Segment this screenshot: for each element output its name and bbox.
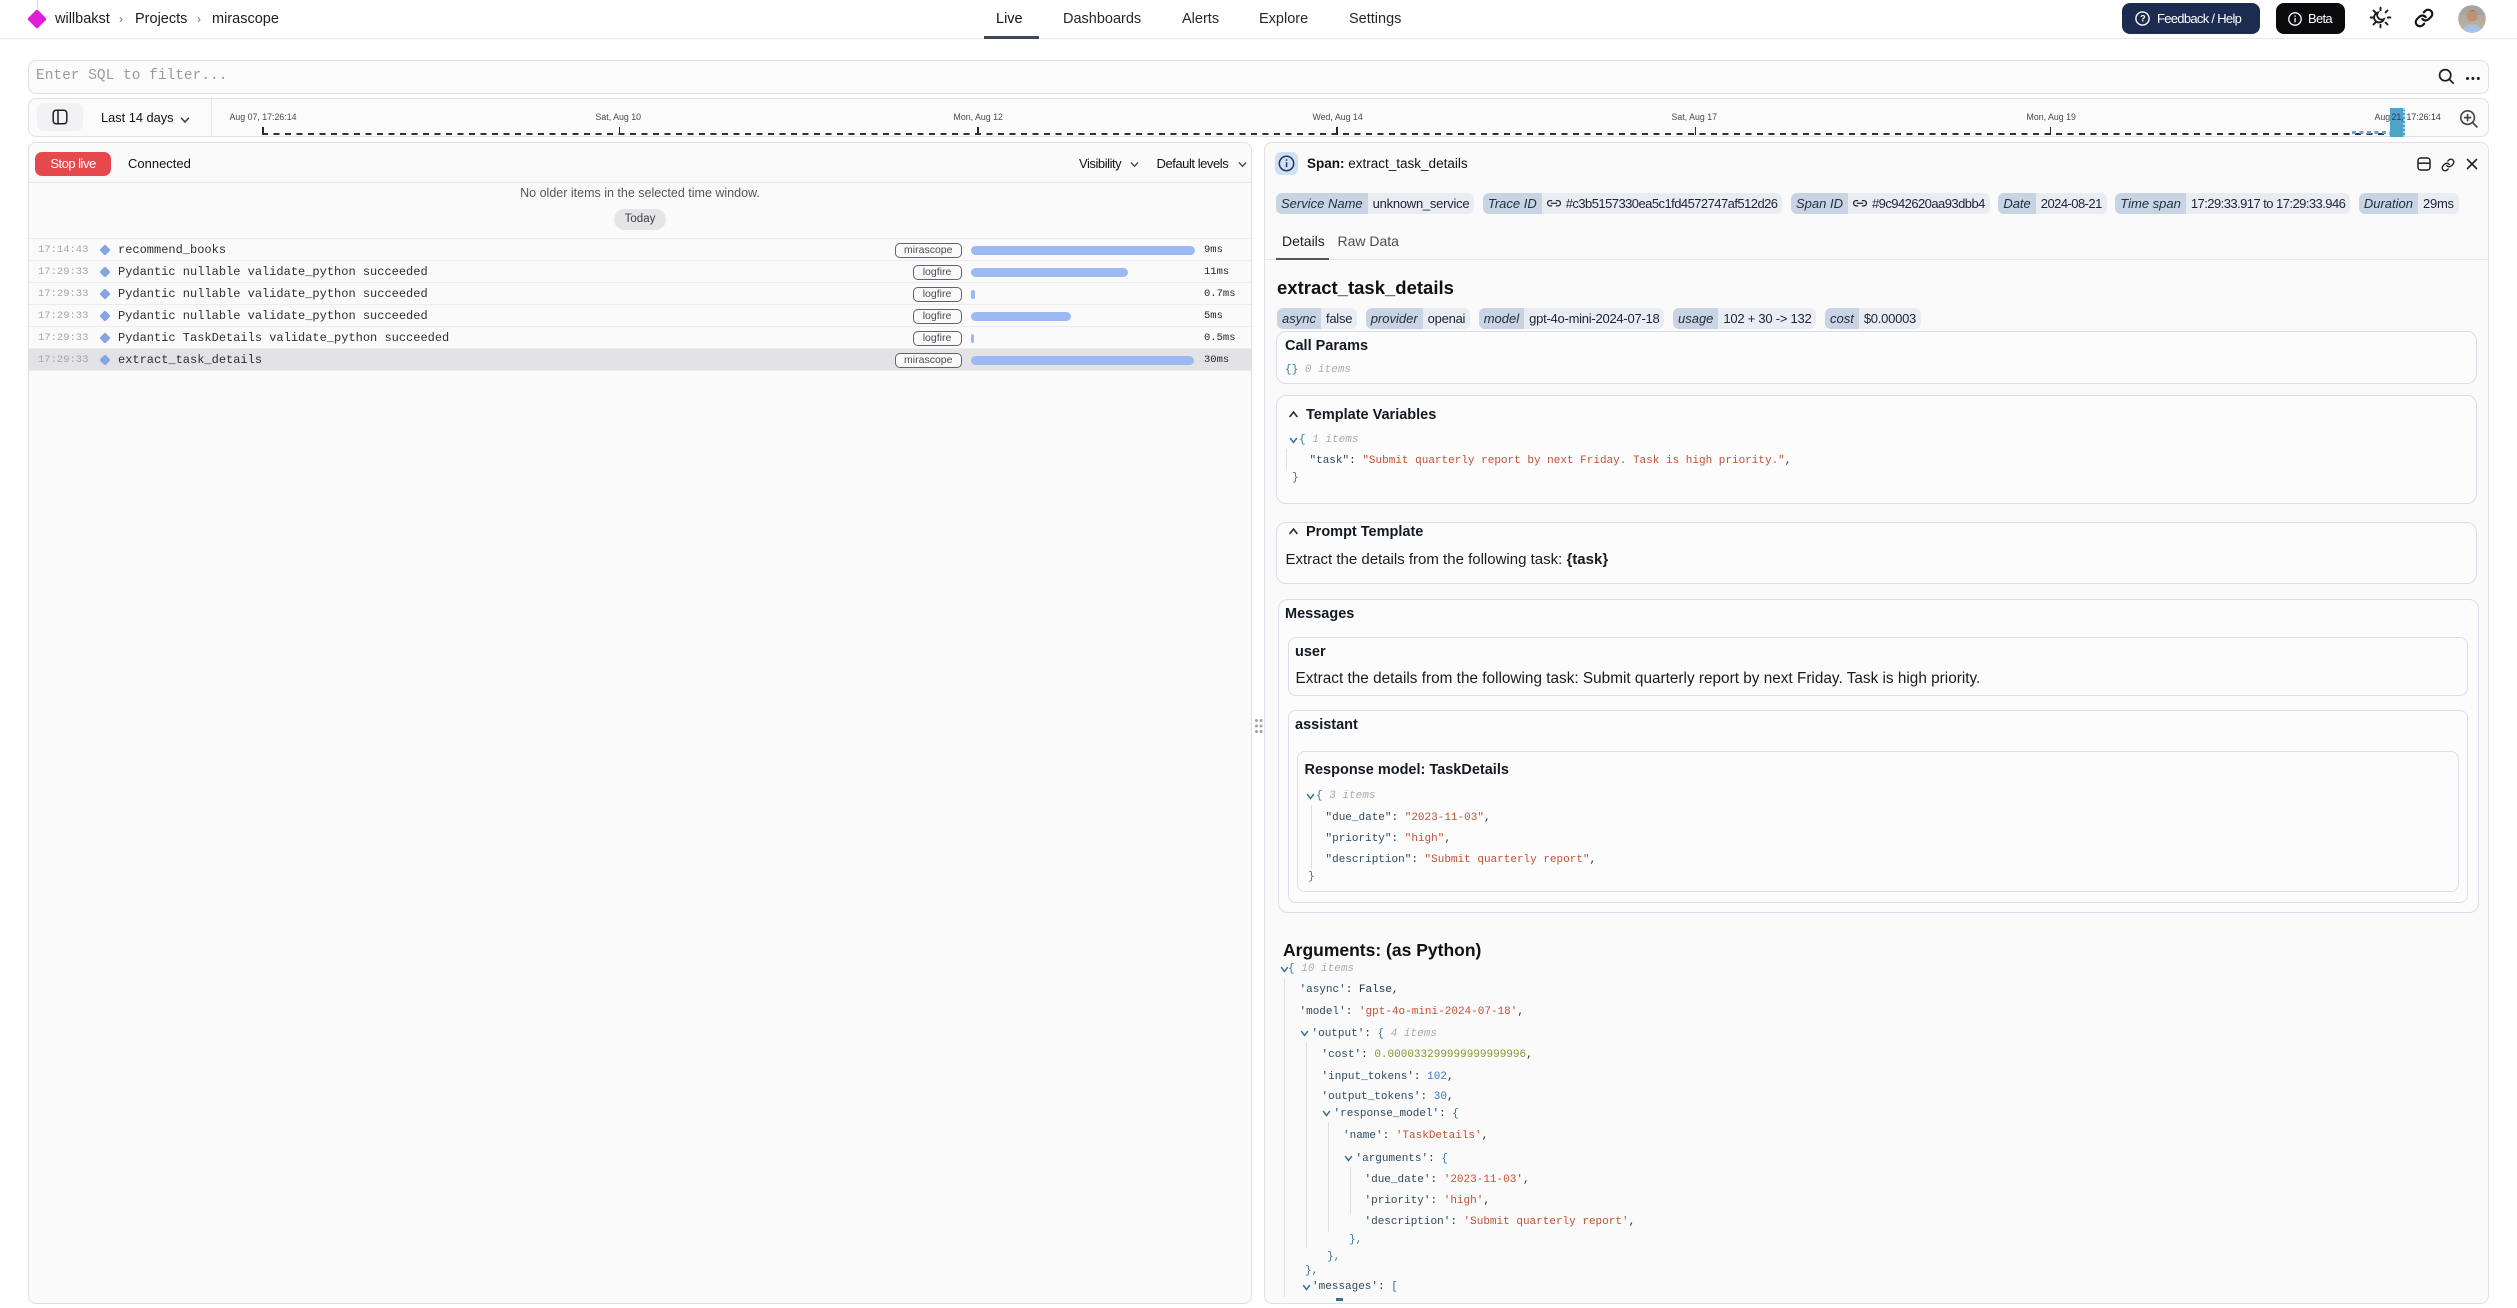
svg-text:?: ? [2140,14,2145,24]
